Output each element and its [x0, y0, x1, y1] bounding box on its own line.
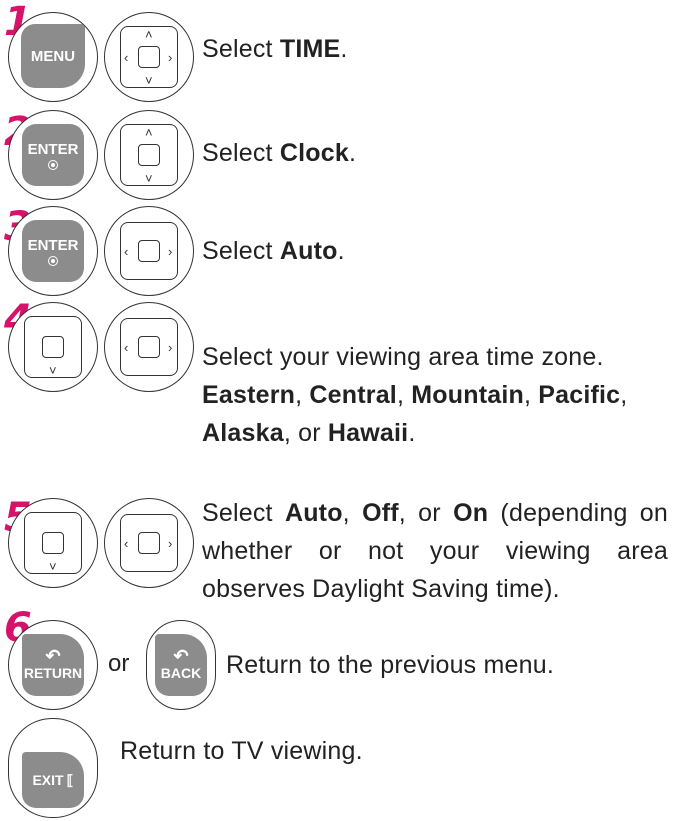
arrow-left-icon: ‹	[124, 50, 129, 65]
step-3-text: Select Auto.	[202, 237, 345, 265]
menu-key-label: MENU	[30, 47, 76, 65]
arrow-down-icon: ˅	[145, 171, 153, 186]
enter-dot-icon	[48, 159, 58, 170]
arrow-left-icon: ‹	[124, 244, 129, 259]
nav-pad-left-right: ‹ ›	[120, 514, 178, 572]
nav-pad-four-way: ˄ ˅ ‹ ›	[120, 26, 178, 88]
ok-square-icon	[138, 240, 160, 262]
step-4-text: Select your viewing area time zone. East…	[202, 338, 672, 452]
nav-pad-left-right: ‹ ›	[120, 318, 178, 376]
enter-key: ENTER	[22, 124, 84, 186]
or-text: or	[108, 650, 130, 677]
arrow-left-icon: ‹	[124, 340, 129, 355]
nav-pad-up-down: ˄ ˅	[120, 124, 178, 186]
time-zone-list: Eastern, Central, Mountain, Pacific, Ala…	[202, 381, 628, 447]
arrow-down-icon: ˅	[49, 559, 57, 574]
return-key: ↶ RETURN	[22, 634, 84, 696]
ok-square-icon	[42, 336, 64, 358]
ok-square-icon	[138, 532, 160, 554]
exit-text: Return to TV viewing.	[120, 737, 363, 765]
arrow-right-icon: ›	[168, 536, 173, 551]
enter-dot-icon	[48, 255, 58, 266]
back-key-label: BACK	[160, 665, 202, 681]
menu-key: MENU	[21, 24, 85, 88]
arrow-down-icon: ˅	[49, 363, 57, 378]
arrow-up-icon: ˄	[145, 27, 153, 42]
step-5-text: Select Auto, Off, or On (depending on wh…	[202, 499, 668, 603]
back-key: ↶ BACK	[155, 634, 207, 696]
arrow-right-icon: ›	[168, 50, 173, 65]
enter-key-label: ENTER	[27, 140, 79, 158]
arrow-right-icon: ›	[168, 340, 173, 355]
enter-key-label: ENTER	[27, 236, 79, 254]
arrow-up-icon: ˄	[145, 125, 153, 140]
ok-square-icon	[42, 532, 64, 554]
step-4-line: Select your viewing area time zone.	[202, 343, 604, 371]
enter-key: ENTER	[22, 220, 84, 282]
ok-square-icon	[138, 336, 160, 358]
back-arrow-icon: ↶	[173, 646, 189, 666]
ok-square-icon	[138, 144, 160, 166]
arrow-down-icon: ˅	[145, 73, 153, 88]
return-arrow-icon: ↶	[45, 646, 61, 666]
step-6-text: Return to the previous menu.	[226, 651, 554, 679]
exit-key-label: EXIT	[32, 772, 64, 788]
arrow-right-icon: ›	[168, 244, 173, 259]
nav-pad-down: ˅	[24, 316, 82, 378]
exit-bracket-icon: ⟦	[66, 771, 74, 788]
arrow-left-icon: ‹	[124, 536, 129, 551]
step-2-text: Select Clock.	[202, 139, 357, 167]
nav-pad-left-right: ‹ ›	[120, 222, 178, 280]
exit-key: EXIT ⟦	[22, 752, 84, 808]
ok-square-icon	[138, 46, 160, 68]
nav-pad-down: ˅	[24, 512, 82, 574]
return-key-label: RETURN	[23, 665, 83, 681]
step-1-text: Select TIME.	[202, 35, 348, 63]
